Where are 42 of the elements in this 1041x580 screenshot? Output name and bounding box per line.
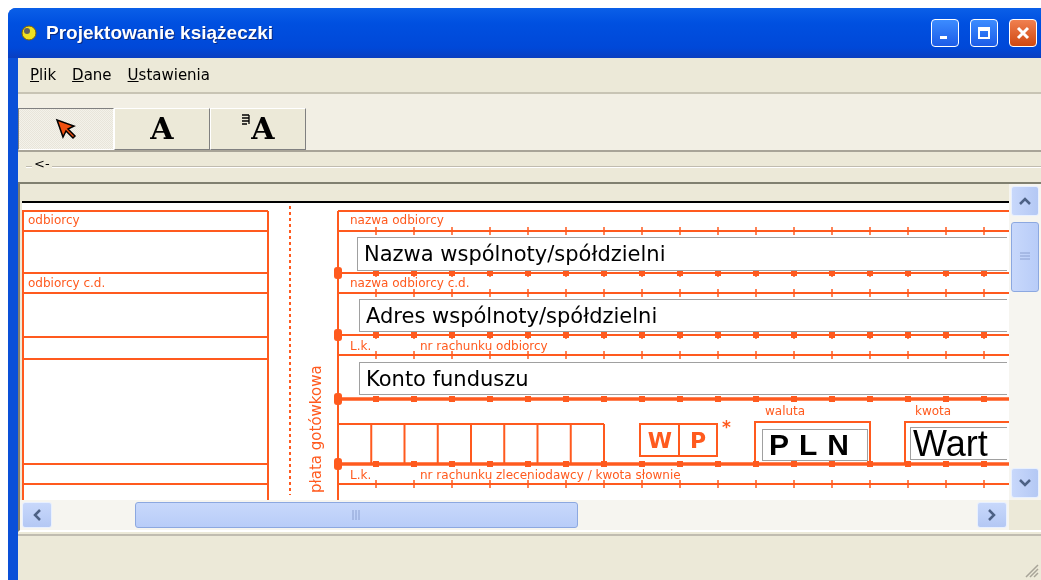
resize-grip[interactable]	[1023, 562, 1039, 578]
scroll-left-button[interactable]	[22, 502, 52, 528]
letter-icon: A	[150, 114, 174, 144]
letter-icon: A	[251, 114, 275, 144]
tool-button[interactable]: A	[114, 108, 210, 150]
tool-button[interactable]: A	[210, 108, 306, 150]
field-label: odbiorcy c.d.	[28, 276, 106, 290]
field-label: nazwa odbiorcy c.d.	[350, 276, 470, 290]
field-label: L.k.	[350, 339, 372, 353]
minimize-icon	[939, 36, 947, 39]
window-title: Projektowanie książeczki	[46, 22, 275, 44]
amount-field[interactable]: Wart	[910, 427, 1007, 460]
field-label: L.k.	[350, 468, 372, 482]
lines-icon	[241, 114, 252, 126]
field-label: kwota	[915, 404, 952, 418]
maximize-icon	[977, 26, 991, 40]
tool-button[interactable]	[18, 108, 114, 150]
field-label: nr rachunku zleceniodawcy / kwota słownie	[420, 468, 681, 482]
asterisk: *	[722, 417, 731, 437]
close-button[interactable]	[1009, 19, 1037, 47]
minimize-button[interactable]	[931, 19, 959, 47]
field-label: waluta	[765, 404, 806, 418]
text-field[interactable]: Nazwa wspólnoty/spółdzielni	[357, 237, 1007, 271]
maximize-button[interactable]	[970, 19, 998, 47]
field-label: odbiorcy	[28, 213, 80, 227]
menu-item[interactable]: Plik	[24, 64, 63, 86]
text-field[interactable]: Adres wspólnoty/spółdzielni	[359, 299, 1007, 332]
close-icon	[1016, 26, 1030, 40]
scroll-right-button[interactable]	[977, 502, 1007, 528]
scroll-up-button[interactable]	[1011, 186, 1039, 216]
app-icon	[20, 24, 38, 42]
text-field[interactable]: Konto funduszu	[359, 362, 1007, 395]
vertical-label: płata gotówkowa	[307, 365, 325, 493]
menu-item[interactable]: Dane	[66, 64, 118, 86]
currency-field[interactable]: PLN	[762, 429, 868, 461]
field-label: nazwa odbiorcy	[350, 213, 444, 227]
arrow-pointer-icon	[54, 117, 78, 141]
field-label: nr rachunku odbiorcy	[420, 339, 548, 353]
scrollbar-thumb[interactable]	[135, 502, 578, 528]
scrollbar-thumb[interactable]	[1011, 222, 1039, 292]
menu-item[interactable]: Ustawienia	[121, 64, 216, 86]
scroll-down-button[interactable]	[1011, 468, 1039, 498]
